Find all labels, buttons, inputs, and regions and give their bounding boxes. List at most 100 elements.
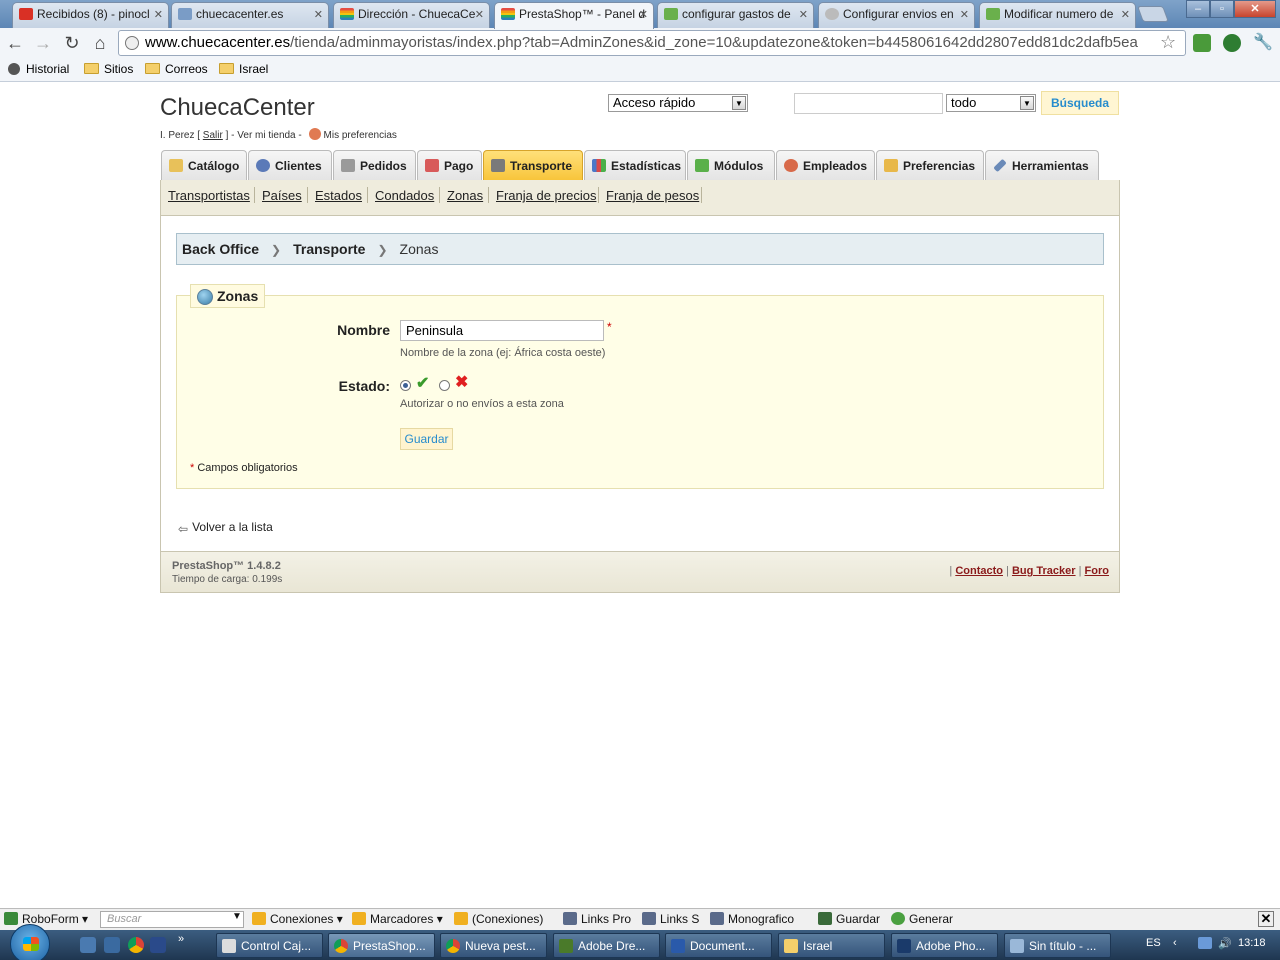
tab-preferencias[interactable]: Preferencias	[876, 150, 984, 180]
contact-link[interactable]: Contacto	[955, 565, 1003, 577]
roboform-save[interactable]: Guardar	[818, 912, 880, 926]
close-tab-icon[interactable]: ✕	[314, 8, 323, 21]
close-tab-icon[interactable]: ✕	[475, 8, 484, 21]
browser-tab[interactable]: Recibidos (8) - pinocl ✕	[12, 2, 169, 28]
taskbar-button[interactable]: Control Caj...	[216, 933, 323, 958]
taskbar-button[interactable]: Adobe Pho...	[891, 933, 998, 958]
logout-link[interactable]: Salir	[203, 130, 223, 141]
close-tab-icon[interactable]: ✕	[639, 8, 648, 21]
subnav-transportistas[interactable]: Transportistas	[168, 188, 250, 203]
roboform-monografico[interactable]: Monografico	[710, 912, 794, 926]
clock[interactable]: 13:18	[1238, 937, 1266, 949]
explorer-icon[interactable]	[104, 937, 120, 953]
tab-empleados[interactable]: Empleados	[776, 150, 875, 180]
start-button[interactable]	[10, 924, 50, 960]
roboform-menu[interactable]: RoboForm ▾	[4, 912, 88, 926]
user-icon	[308, 128, 321, 140]
forward-arrow-icon[interactable]: →	[32, 32, 54, 54]
tab-catalogo[interactable]: Catálogo	[161, 150, 247, 180]
tray-expand-icon[interactable]: ‹	[1173, 937, 1177, 949]
browser-tab[interactable]: Modificar numero de ✕	[979, 2, 1136, 28]
search-button[interactable]: Búsqueda	[1041, 91, 1119, 115]
roboform-marcadores[interactable]: Marcadores ▾	[352, 912, 443, 926]
breadcrumb-root[interactable]: Back Office	[182, 241, 259, 257]
taskbar-button[interactable]: Document...	[665, 933, 772, 958]
browser-tab[interactable]: Configurar envios en ✕	[818, 2, 975, 28]
new-tab-button[interactable]	[1137, 6, 1169, 22]
page-info-icon[interactable]	[125, 36, 139, 50]
close-tab-icon[interactable]: ✕	[154, 8, 163, 21]
bookmark-folder-israel[interactable]: Israel	[219, 62, 268, 76]
taskbar-button[interactable]: Nueva pest...	[440, 933, 547, 958]
browser-tab[interactable]: configurar gastos de ✕	[657, 2, 814, 28]
subnav-paises[interactable]: Países	[262, 188, 302, 203]
bookmark-folder-sitios[interactable]: Sitios	[84, 62, 133, 76]
tab-pago[interactable]: Pago	[417, 150, 482, 180]
close-tab-icon[interactable]: ✕	[799, 8, 808, 21]
roboform-generate[interactable]: Generar	[891, 912, 953, 926]
dropdown-arrow-icon[interactable]: ▼	[232, 911, 242, 922]
subnav-zonas[interactable]: Zonas	[447, 188, 483, 203]
language-indicator[interactable]: ES	[1146, 937, 1161, 949]
roboform-conexiones[interactable]: Conexiones ▾	[252, 912, 343, 926]
reload-icon[interactable]: ↻	[61, 32, 83, 54]
volume-icon[interactable]: 🔊	[1218, 937, 1232, 950]
tab-pedidos[interactable]: Pedidos	[333, 150, 416, 180]
browser-tab[interactable]: Dirección - ChuecaCe ✕	[333, 2, 490, 28]
roboform-extension-icon[interactable]	[1193, 34, 1211, 52]
browser-tab[interactable]: chuecacenter.es ✕	[171, 2, 329, 28]
roboform-icon	[4, 912, 18, 925]
subnav-estados[interactable]: Estados	[315, 188, 362, 203]
quick-access-select[interactable]: Acceso rápido ▼	[608, 94, 748, 112]
show-desktop-icon[interactable]	[80, 937, 96, 953]
close-window-icon[interactable]: ✕	[1234, 0, 1276, 18]
wrench-menu-icon[interactable]: 🔧	[1252, 32, 1274, 54]
app-icon[interactable]	[150, 937, 166, 953]
close-icon[interactable]: ✕	[1258, 911, 1274, 927]
bookmark-folder-correos[interactable]: Correos	[145, 62, 208, 76]
extension-icon[interactable]	[1223, 34, 1241, 52]
search-input[interactable]	[794, 93, 943, 114]
close-tab-icon[interactable]: ✕	[960, 8, 969, 21]
status-disabled-radio[interactable]	[439, 380, 450, 391]
status-enabled-radio[interactable]	[400, 380, 411, 391]
bookmark-history[interactable]: Historial	[8, 62, 69, 76]
folder-icon	[169, 159, 183, 172]
roboform-links-pro[interactable]: Links Pro	[563, 912, 631, 926]
zone-name-input[interactable]	[400, 320, 604, 341]
back-arrow-icon[interactable]: ←	[4, 32, 26, 54]
taskbar-button[interactable]: Israel	[778, 933, 885, 958]
subnav-franja-pesos[interactable]: Franja de pesos	[606, 188, 699, 203]
taskbar-button[interactable]: PrestaShop...	[328, 933, 435, 958]
breadcrumb-section[interactable]: Transporte	[293, 241, 365, 257]
tab-modulos[interactable]: Módulos	[687, 150, 775, 180]
tab-transporte[interactable]: Transporte	[483, 150, 583, 180]
more-icon[interactable]: »	[178, 933, 184, 945]
address-bar[interactable]: www.chuecacenter.es/tienda/adminmayorist…	[118, 30, 1186, 56]
tab-herramientas[interactable]: Herramientas	[985, 150, 1099, 180]
bookmark-star-icon[interactable]: ☆	[1160, 32, 1176, 52]
network-icon[interactable]	[1198, 937, 1212, 949]
tab-estadisticas[interactable]: Estadísticas	[584, 150, 686, 180]
subnav-franja-precios[interactable]: Franja de precios	[496, 188, 596, 203]
roboform-links-s[interactable]: Links S	[642, 912, 699, 926]
close-tab-icon[interactable]: ✕	[1121, 8, 1130, 21]
maximize-icon[interactable]: ▫	[1210, 0, 1234, 18]
roboform-conexiones-folder[interactable]: (Conexiones)	[454, 912, 543, 926]
bug-tracker-link[interactable]: Bug Tracker	[1012, 565, 1076, 577]
taskbar-button[interactable]: Adobe Dre...	[553, 933, 660, 958]
minimize-icon[interactable]: –	[1186, 0, 1210, 18]
home-icon[interactable]: ⌂	[89, 32, 111, 54]
taskbar-button[interactable]: Sin título - ...	[1004, 933, 1111, 958]
save-button[interactable]: Guardar	[400, 428, 453, 450]
subnav-condados[interactable]: Condados	[375, 188, 434, 203]
tab-clientes[interactable]: Clientes	[248, 150, 332, 180]
roboform-search-input[interactable]: Buscar	[100, 911, 244, 928]
browser-tab-strip: Recibidos (8) - pinocl ✕ chuecacenter.es ✕…	[0, 0, 1280, 29]
forum-link[interactable]: Foro	[1085, 565, 1109, 577]
search-scope-select[interactable]: todo ▼	[946, 94, 1036, 112]
chrome-icon[interactable]	[128, 937, 144, 953]
back-to-list-link[interactable]: ⇦ Volver a la lista	[178, 520, 273, 536]
browser-tab-active[interactable]: PrestaShop™ - Panel d ✕	[494, 2, 654, 29]
preferences-link[interactable]: Mis preferencias	[324, 130, 397, 141]
